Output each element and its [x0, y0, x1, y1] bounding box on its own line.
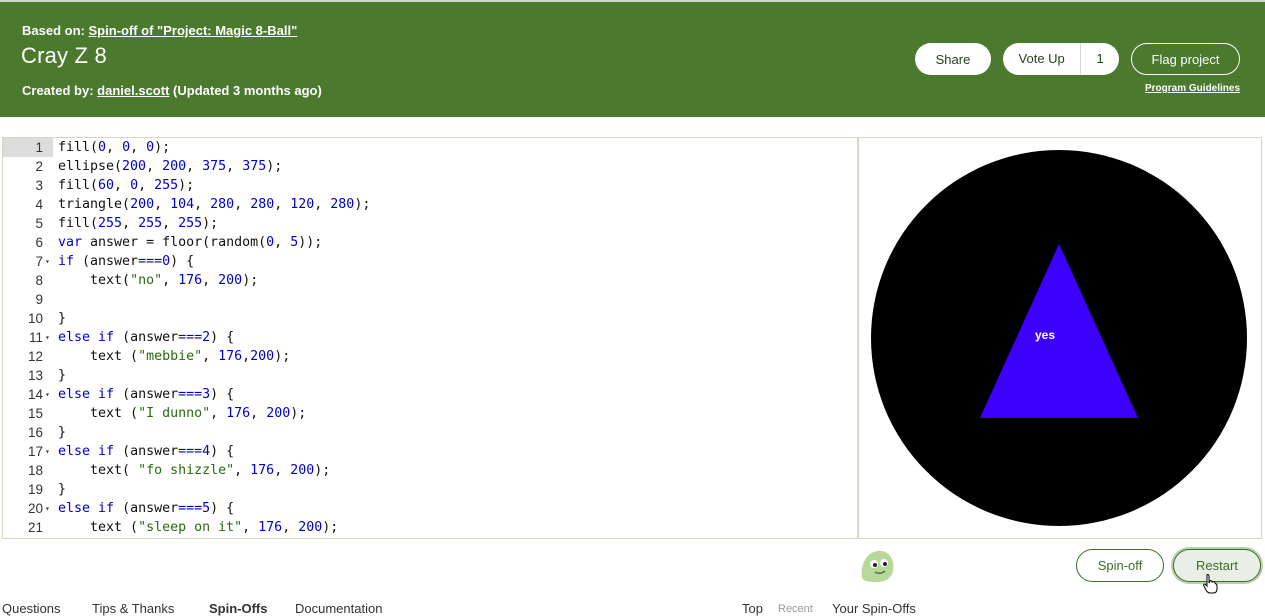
line-code[interactable]: else if (answer===5) { — [58, 499, 234, 518]
line-code[interactable]: if (answer===0) { — [58, 252, 194, 271]
line-code[interactable]: } — [58, 309, 66, 328]
line-number: 16 — [27, 425, 43, 440]
created-by-prefix: Created by: — [22, 83, 94, 98]
tab-documentation[interactable]: Documentation — [295, 601, 382, 616]
fold-toggle-icon[interactable]: ▾ — [45, 385, 50, 404]
based-on-link[interactable]: Spin-off of "Project: Magic 8-Ball" — [88, 23, 297, 38]
code-line[interactable]: 8 text("no", 176, 200); — [3, 271, 857, 290]
line-number: 2 — [35, 159, 43, 174]
line-code[interactable]: text( "fo shizzle", 176, 200); — [58, 461, 330, 480]
share-button[interactable]: Share — [915, 43, 991, 75]
line-code[interactable]: else if (answer===3) { — [58, 385, 234, 404]
code-line[interactable]: 9 — [3, 290, 857, 309]
output-canvas[interactable]: yes — [859, 138, 1261, 538]
line-number: 9 — [35, 292, 43, 307]
project-title: Cray Z 8 — [21, 43, 107, 68]
code-line[interactable]: 16} — [3, 423, 857, 442]
tab-spin-offs[interactable]: Spin-Offs — [209, 601, 268, 616]
updated-text: (Updated 3 months ago) — [173, 83, 322, 98]
line-code[interactable]: fill(60, 0, 255); — [58, 176, 194, 195]
code-line[interactable]: 21 text ("sleep on it", 176, 200); — [3, 518, 857, 537]
line-number: 14 — [27, 387, 43, 402]
line-code[interactable]: } — [58, 366, 66, 385]
line-number: 4 — [35, 197, 43, 212]
line-code[interactable]: text("no", 176, 200); — [58, 271, 258, 290]
tab-tips-thanks[interactable]: Tips & Thanks — [92, 601, 174, 616]
vote-up-button[interactable]: Vote Up 1 — [1003, 43, 1119, 75]
code-line[interactable]: 2 ellipse(200, 200, 375, 375); — [3, 157, 857, 176]
answer-text: yes — [1035, 328, 1055, 342]
line-code[interactable]: text ("mebbie", 176,200); — [58, 347, 290, 366]
author-link[interactable]: daniel.scott — [97, 83, 169, 98]
code-line[interactable]: 4 triangle(200, 104, 280, 280, 120, 280); — [3, 195, 857, 214]
code-line[interactable]: 11 ▾ else if (answer===2) { — [3, 328, 857, 347]
line-code[interactable]: } — [58, 423, 66, 442]
spin-off-button[interactable]: Spin-off — [1076, 549, 1164, 582]
code-line[interactable]: 3 fill(60, 0, 255); — [3, 176, 857, 195]
line-code[interactable]: text ("sleep on it", 176, 200); — [58, 518, 338, 537]
code-line[interactable]: 15 text ("I dunno", 176, 200); — [3, 404, 857, 423]
flag-project-button[interactable]: Flag project — [1131, 43, 1240, 75]
line-code[interactable]: fill(0, 0, 0); — [58, 138, 170, 157]
line-code[interactable]: else if (answer===4) { — [58, 442, 234, 461]
line-number: 1 — [3, 138, 53, 157]
line-number: 11 — [28, 330, 43, 345]
code-line[interactable]: 18 text( "fo shizzle", 176, 200); — [3, 461, 857, 480]
fold-toggle-icon[interactable]: ▾ — [45, 499, 50, 518]
created-by: Created by: daniel.scott (Updated 3 mont… — [22, 83, 322, 98]
tab-questions[interactable]: Questions — [2, 601, 61, 616]
line-number: 20 — [27, 501, 43, 516]
code-line[interactable]: 6 var answer = floor(random(0, 5)); — [3, 233, 857, 252]
code-line[interactable]: 14 ▾ else if (answer===3) { — [3, 385, 857, 404]
line-number: 21 — [27, 520, 43, 535]
code-editor[interactable]: 1 fill(0, 0, 0); 2 ellipse(200, 200, 375, 3… — [2, 137, 858, 539]
code-line[interactable]: 20 ▾ else if (answer===5) { — [3, 499, 857, 518]
line-number: 19 — [27, 482, 43, 497]
line-number: 15 — [27, 406, 43, 421]
vote-up-label[interactable]: Vote Up — [1003, 43, 1082, 75]
line-number: 5 — [35, 216, 43, 231]
mascot-icon — [861, 550, 894, 583]
code-line[interactable]: 19} — [3, 480, 857, 499]
hand-cursor-icon — [1203, 574, 1218, 594]
code-line[interactable]: 17 ▾ else if (answer===4) { — [3, 442, 857, 461]
line-code[interactable]: } — [58, 480, 66, 499]
line-code[interactable]: var answer = floor(random(0, 5)); — [58, 233, 322, 252]
sort-top[interactable]: Top — [742, 601, 763, 616]
line-number: 10 — [27, 311, 43, 326]
line-number: 7 — [35, 254, 43, 269]
line-number: 17 — [27, 444, 43, 459]
line-number: 13 — [27, 368, 43, 383]
line-code[interactable]: text ("I dunno", 176, 200); — [58, 404, 306, 423]
code-line[interactable]: 10} — [3, 309, 857, 328]
based-on-prefix: Based on: — [22, 23, 85, 38]
fold-toggle-icon[interactable]: ▾ — [45, 442, 50, 461]
line-code[interactable]: else if (answer===2) { — [58, 328, 234, 347]
line-code[interactable]: fill(255, 255, 255); — [58, 214, 218, 233]
code-line[interactable]: 1 fill(0, 0, 0); — [3, 138, 857, 157]
line-code[interactable]: ellipse(200, 200, 375, 375); — [58, 157, 282, 176]
line-number: 8 — [35, 273, 43, 288]
bottom-tabs: Questions Tips & Thanks Spin-Offs Docume… — [0, 601, 1265, 616]
line-number: 6 — [35, 235, 43, 250]
based-on: Based on: Spin-off of "Project: Magic 8-… — [22, 23, 297, 38]
program-output[interactable]: yes — [858, 137, 1262, 539]
vote-count: 1 — [1096, 51, 1104, 66]
fold-toggle-icon[interactable]: ▾ — [45, 252, 50, 271]
program-guidelines-link[interactable]: Program Guidelines — [1145, 83, 1240, 94]
line-code[interactable]: triangle(200, 104, 280, 280, 120, 280); — [58, 195, 370, 214]
project-header: Based on: Spin-off of "Project: Magic 8-… — [0, 0, 1265, 117]
sort-recent[interactable]: Recent — [778, 603, 813, 615]
line-number: 3 — [35, 178, 43, 193]
code-line[interactable]: 13} — [3, 366, 857, 385]
code-line[interactable]: 12 text ("mebbie", 176,200); — [3, 347, 857, 366]
code-line[interactable]: 7 ▾ if (answer===0) { — [3, 252, 857, 271]
your-spin-offs-link[interactable]: Your Spin-Offs — [832, 601, 916, 616]
line-number: 18 — [27, 463, 43, 478]
line-number: 12 — [27, 349, 43, 364]
fold-toggle-icon[interactable]: ▾ — [45, 328, 50, 347]
code-line[interactable]: 5 fill(255, 255, 255); — [3, 214, 857, 233]
